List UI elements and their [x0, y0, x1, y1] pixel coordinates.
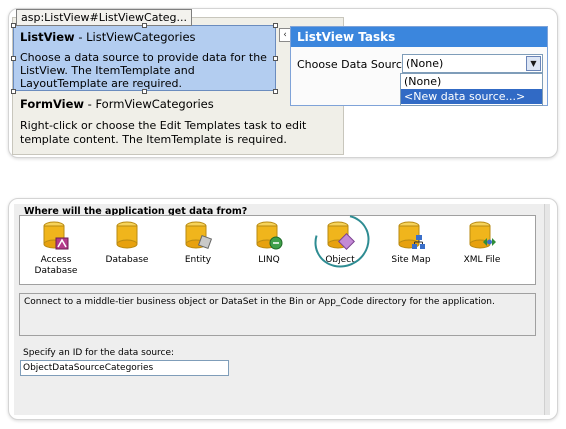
- source-label: Access Database: [34, 255, 78, 276]
- tasks-header: ListView Tasks: [291, 27, 547, 47]
- source-item-xml-file[interactable]: XML File: [452, 220, 512, 266]
- dropdown-option-new-data-source[interactable]: <New data source...>: [401, 89, 542, 104]
- listview-id: - ListViewCategories: [74, 30, 196, 44]
- formview-id: - FormViewCategories: [84, 97, 214, 111]
- formview-description: Right-click or choose the Edit Templates…: [20, 119, 307, 146]
- dropdown-option-none[interactable]: (None): [401, 74, 542, 89]
- resize-handle[interactable]: [11, 89, 16, 94]
- resize-handle[interactable]: [142, 89, 147, 94]
- site-map-icon: [398, 221, 425, 249]
- resize-handle[interactable]: [142, 23, 147, 28]
- resize-handle[interactable]: [11, 23, 16, 28]
- source-label: LINQ: [258, 255, 280, 265]
- listview-control[interactable]: ListView - ListViewCategories Choose a d…: [13, 25, 276, 91]
- xml-file-icon: [469, 221, 496, 249]
- data-source-id-input[interactable]: ObjectDataSourceCategories: [20, 360, 229, 376]
- listview-type: ListView: [20, 30, 75, 44]
- choose-data-source-label: Choose Data Source:: [297, 58, 413, 71]
- data-source-dropdown: (None) <New data source...>: [400, 73, 543, 106]
- database-icon: [116, 221, 138, 249]
- source-item-linq[interactable]: LINQ: [239, 220, 299, 266]
- source-item-access-database[interactable]: Access Database: [26, 220, 86, 277]
- resize-handle[interactable]: [11, 56, 16, 61]
- entity-icon: [185, 221, 213, 250]
- resize-handle[interactable]: [273, 56, 278, 61]
- source-description-box: Connect to a middle-tier business object…: [19, 293, 536, 336]
- source-label: Database: [105, 255, 149, 265]
- access-database-icon: [43, 221, 69, 250]
- linq-icon: [256, 221, 283, 250]
- control-tag-label: asp:ListView#ListViewCateg...: [16, 9, 193, 26]
- source-label: Site Map: [391, 255, 431, 265]
- resize-handle[interactable]: [273, 23, 278, 28]
- source-item-database[interactable]: Database: [97, 220, 157, 266]
- data-source-selected-value: (None): [406, 57, 444, 70]
- source-label: XML File: [463, 255, 501, 265]
- listview-title: ListView - ListViewCategories: [20, 30, 269, 45]
- formview-type: FormView: [20, 97, 85, 111]
- vertical-scrollbar[interactable]: [544, 204, 550, 415]
- source-label: Entity: [184, 255, 212, 265]
- listview-description: Choose a data source to provide data for…: [20, 51, 267, 90]
- data-source-id-label: Specify an ID for the data source:: [23, 348, 175, 358]
- data-source-select[interactable]: (None) ▼: [402, 54, 543, 73]
- chevron-down-icon[interactable]: ▼: [526, 56, 541, 71]
- source-item-entity[interactable]: Entity: [168, 220, 228, 266]
- source-item-site-map[interactable]: Site Map: [381, 220, 441, 266]
- resize-handle[interactable]: [273, 89, 278, 94]
